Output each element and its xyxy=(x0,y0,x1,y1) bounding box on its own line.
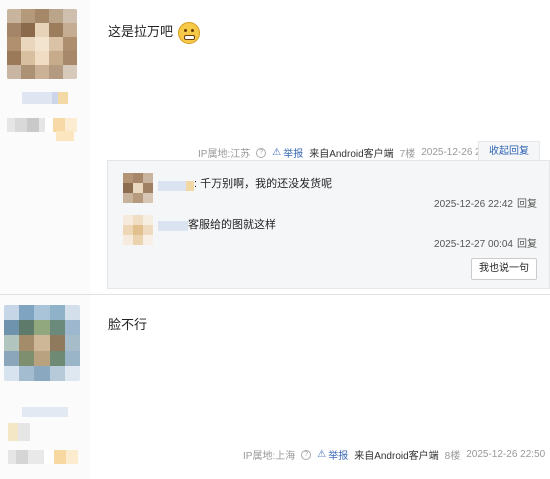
post-content: 脸不行 xyxy=(108,317,148,332)
report-link[interactable]: ⚠ 举报 xyxy=(317,447,348,462)
post-meta: IP属地:江苏 ? ⚠ 举报 来自Android客户端 7楼 2025-12-26… xyxy=(198,145,500,160)
warning-triangle-icon: ⚠ xyxy=(272,147,282,158)
collapse-replies-button[interactable]: 收起回复 xyxy=(478,141,540,161)
ip-location: IP属地:上海 xyxy=(243,451,296,462)
warning-triangle-icon: ⚠ xyxy=(317,449,327,460)
username[interactable] xyxy=(22,91,68,104)
post-content: 这是拉万吧 xyxy=(108,21,200,44)
help-circle-icon[interactable]: ? xyxy=(256,147,267,158)
floor-number: 8楼 xyxy=(444,451,461,462)
emoji-icon xyxy=(177,21,200,44)
post-floor-7: 这是拉万吧 IP属地:江苏 ? ⚠ 举报 来自Android客户端 7楼 2025… xyxy=(0,0,550,294)
reply-button[interactable]: 回复 xyxy=(517,239,537,250)
avatar[interactable] xyxy=(123,215,153,245)
client-source: 来自Android客户端 xyxy=(354,451,439,462)
post-meta: IP属地:上海 ? ⚠ 举报 来自Android客户端 8楼 2025-12-26… xyxy=(243,447,550,462)
reply-button[interactable]: 回复 xyxy=(517,199,537,210)
post-time: 2025-12-26 22:50 xyxy=(466,449,546,460)
reply-username[interactable] xyxy=(158,218,188,231)
client-source: 来自Android客户端 xyxy=(309,149,394,160)
say-something-button[interactable]: 我也说一句 xyxy=(471,258,537,280)
user-badge-icon xyxy=(8,450,78,464)
help-circle-icon[interactable]: ? xyxy=(301,449,312,460)
reply-text: : 千万别啊，我的还没发货呢 xyxy=(194,178,333,190)
reply-panel: : 千万别啊，我的还没发货呢 2025-12-26 22:42 回复 客服给的图就… xyxy=(107,160,550,289)
username[interactable] xyxy=(22,404,68,417)
ip-location: IP属地:江苏 xyxy=(198,149,251,160)
post-floor-8: 脸不行 IP属地:上海 ? ⚠ 举报 来自Android客户端 8楼 2025-1… xyxy=(0,294,550,479)
avatar[interactable] xyxy=(123,173,153,203)
reply-time: 2025-12-27 00:04 回复 xyxy=(434,239,537,250)
reply-time: 2025-12-26 22:42 回复 xyxy=(434,199,537,210)
avatar[interactable] xyxy=(4,305,80,381)
avatar[interactable] xyxy=(7,9,77,79)
floor-number: 7楼 xyxy=(399,149,416,160)
report-link[interactable]: ⚠ 举报 xyxy=(272,145,303,160)
reply-text: 客服给的图就这样 xyxy=(188,219,276,231)
user-badge-icon xyxy=(56,128,74,141)
user-level-badge xyxy=(8,423,30,441)
reply-username[interactable] xyxy=(158,178,194,191)
